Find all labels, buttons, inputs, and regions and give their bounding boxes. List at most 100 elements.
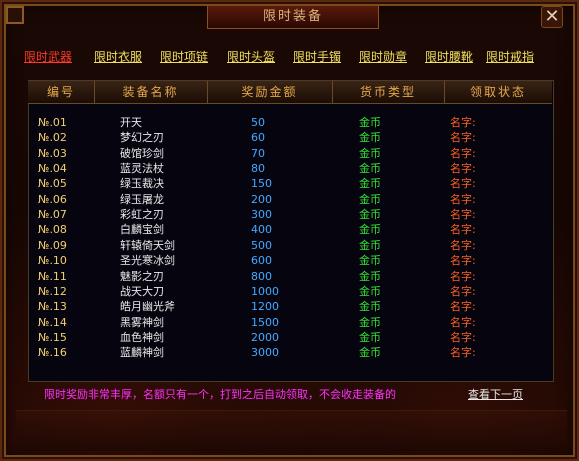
item-number: №.08 xyxy=(38,223,67,237)
item-number: №.10 xyxy=(38,254,67,268)
tab-necklace[interactable]: 限时项链 xyxy=(160,48,208,65)
header-claim-status: 领取状态 xyxy=(469,85,526,99)
item-number: №.07 xyxy=(38,208,67,222)
tab-bracelet[interactable]: 限时手镯 xyxy=(293,48,341,65)
claim-status: 名字: xyxy=(450,238,476,252)
table-row: №.03 破馆珍剑 70 金币 名字: xyxy=(28,146,552,162)
currency-type: 金币 xyxy=(359,146,381,160)
reward-amount: 80 xyxy=(251,162,265,176)
table-row: №.12 战天大刀 1000 金币 名字: xyxy=(28,284,552,300)
table-row: №.05 绿玉裁决 150 金币 名字: xyxy=(28,176,552,192)
header-reward-amount: 奖励金额 xyxy=(241,85,298,99)
item-number: №.06 xyxy=(38,192,67,206)
claim-status: 名字: xyxy=(450,330,476,344)
table-header: 编号 装备名称 奖励金额 货币类型 领取状态 xyxy=(28,81,552,104)
currency-type: 金币 xyxy=(359,254,381,268)
claim-status: 名字: xyxy=(450,177,476,191)
claim-status: 名字: xyxy=(450,254,476,268)
decorative-bottom-band xyxy=(16,410,567,451)
table-row: №.13 皓月幽光斧 1200 金币 名字: xyxy=(28,299,552,315)
window-frame: 限时装备 ✕ 限时武器 限时衣服 限时项链 限时头盔 限时手镯 限时勋章 限时腰… xyxy=(0,0,579,461)
item-number: №.16 xyxy=(38,346,67,360)
tab-helmet[interactable]: 限时头盔 xyxy=(227,48,275,65)
claim-status: 名字: xyxy=(450,192,476,206)
item-number: №.09 xyxy=(38,238,67,252)
table-row: №.07 彩虹之刃 300 金币 名字: xyxy=(28,207,552,223)
item-number: №.13 xyxy=(38,300,67,314)
reward-amount: 400 xyxy=(251,223,272,237)
item-name: 皓月幽光斧 xyxy=(120,300,175,314)
currency-type: 金币 xyxy=(359,315,381,329)
reward-amount: 600 xyxy=(251,254,272,268)
next-page-link[interactable]: 查看下一页 xyxy=(468,386,523,402)
currency-type: 金币 xyxy=(359,208,381,222)
item-number: №.15 xyxy=(38,330,67,344)
reward-amount: 500 xyxy=(251,238,272,252)
table-row: №.09 轩辕倚天剑 500 金币 名字: xyxy=(28,238,552,254)
claim-status: 名字: xyxy=(450,346,476,360)
window-title: 限时装备 xyxy=(207,6,379,29)
table-row: №.04 蓝灵法杖 80 金币 名字: xyxy=(28,161,552,177)
reward-amount: 1000 xyxy=(251,284,279,298)
currency-type: 金币 xyxy=(359,330,381,344)
item-number: №.12 xyxy=(38,284,67,298)
currency-type: 金币 xyxy=(359,162,381,176)
currency-type: 金币 xyxy=(359,192,381,206)
header-divider xyxy=(444,81,445,103)
item-name: 战天大刀 xyxy=(120,284,164,298)
item-number: №.11 xyxy=(38,269,67,283)
item-name: 绿玉屠龙 xyxy=(120,192,164,206)
item-name: 圣光寒冰剑 xyxy=(120,254,175,268)
reward-note: 限时奖励非常丰厚，名额只有一个，打到之后自动领取，不会收走装备的 xyxy=(44,388,396,401)
claim-status: 名字: xyxy=(450,208,476,222)
tab-belt-boots[interactable]: 限时腰靴 xyxy=(425,48,473,65)
claim-status: 名字: xyxy=(450,284,476,298)
claim-status: 名字: xyxy=(450,162,476,176)
item-name: 破馆珍剑 xyxy=(120,146,164,160)
item-name: 白麟宝剑 xyxy=(120,223,164,237)
currency-type: 金币 xyxy=(359,300,381,314)
header-divider xyxy=(207,81,208,103)
currency-type: 金币 xyxy=(359,269,381,283)
reward-amount: 3000 xyxy=(251,346,279,360)
item-name: 黑雾神剑 xyxy=(120,315,164,329)
reward-amount: 200 xyxy=(251,192,272,206)
table-row: №.15 血色神剑 2000 金币 名字: xyxy=(28,330,552,346)
item-name: 蓝灵法杖 xyxy=(120,162,164,176)
header-currency-type: 货币类型 xyxy=(359,85,416,99)
reward-amount: 1200 xyxy=(251,300,279,314)
category-tabs: 限时武器 限时衣服 限时项链 限时头盔 限时手镯 限时勋章 限时腰靴 限时戒指 xyxy=(24,48,564,68)
item-number: №.05 xyxy=(38,177,67,191)
item-number: №.01 xyxy=(38,116,67,129)
claim-status: 名字: xyxy=(450,131,476,145)
close-icon[interactable]: ✕ xyxy=(541,6,563,28)
item-name: 梦幻之刃 xyxy=(120,131,164,145)
claim-status: 名字: xyxy=(450,315,476,329)
currency-type: 金币 xyxy=(359,131,381,145)
reward-amount: 300 xyxy=(251,208,272,222)
currency-type: 金币 xyxy=(359,177,381,191)
claim-status: 名字: xyxy=(450,269,476,283)
item-number: №.04 xyxy=(38,162,67,176)
tab-ring[interactable]: 限时戒指 xyxy=(486,48,534,65)
tab-medal[interactable]: 限时勋章 xyxy=(359,48,407,65)
item-number: №.14 xyxy=(38,315,67,329)
item-name: 血色神剑 xyxy=(120,330,164,344)
claim-status: 名字: xyxy=(450,146,476,160)
reward-amount: 150 xyxy=(251,177,272,191)
table-row: №.01 开天 50 金币 名字: xyxy=(28,115,552,131)
reward-amount: 1500 xyxy=(251,315,279,329)
reward-amount: 60 xyxy=(251,131,265,145)
reward-amount: 2000 xyxy=(251,330,279,344)
item-name: 彩虹之刃 xyxy=(120,208,164,222)
tab-weapons[interactable]: 限时武器 xyxy=(24,48,72,65)
currency-type: 金币 xyxy=(359,116,381,129)
reward-amount: 70 xyxy=(251,146,265,160)
header-divider xyxy=(332,81,333,103)
tab-clothes[interactable]: 限时衣服 xyxy=(94,48,142,65)
table-row: №.10 圣光寒冰剑 600 金币 名字: xyxy=(28,253,552,269)
header-divider xyxy=(94,81,95,103)
claim-status: 名字: xyxy=(450,223,476,237)
frame-corner-ornament xyxy=(6,6,24,24)
item-name: 绿玉裁决 xyxy=(120,177,164,191)
